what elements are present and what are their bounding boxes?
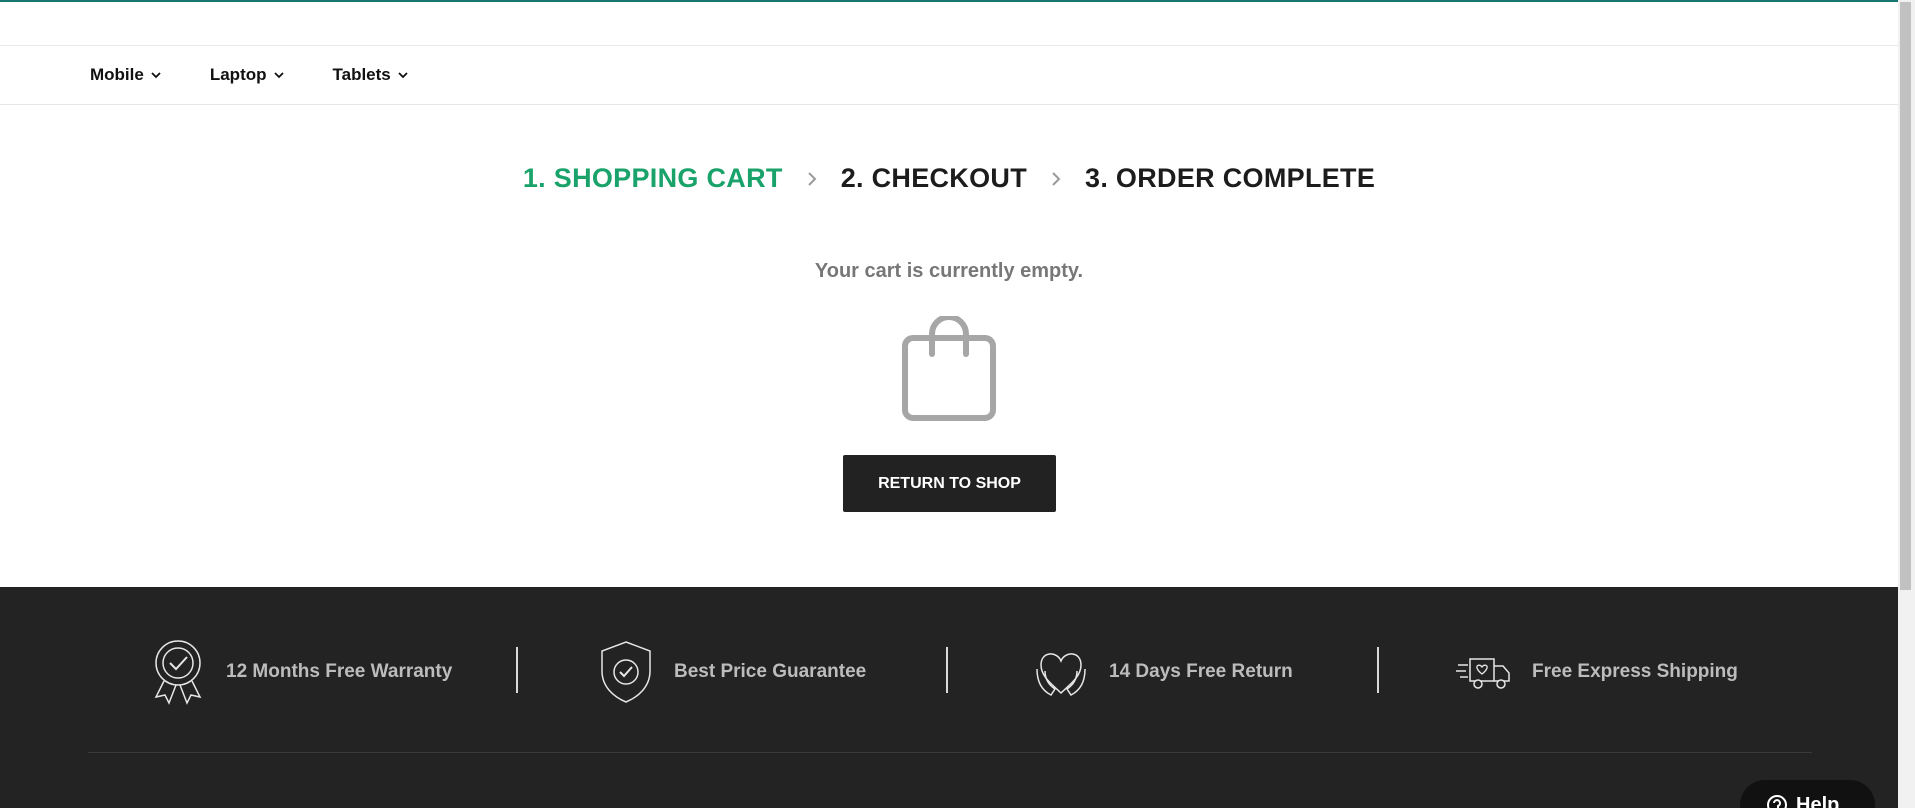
top-accent-bar bbox=[0, 0, 1898, 2]
nav-item-label: Tablets bbox=[332, 65, 391, 84]
nav-item-label: Mobile bbox=[90, 65, 144, 84]
help-button[interactable]: Help bbox=[1740, 780, 1875, 808]
feature-return: 14 Days Free Return bbox=[1033, 637, 1293, 707]
nav-item-tablets[interactable]: Tablets bbox=[333, 65, 409, 85]
checkout-steps: 1. SHOPPING CART 2. CHECKOUT 3. ORDER CO… bbox=[0, 163, 1898, 194]
feature-strip: 12 Months Free Warranty Best Price Guara… bbox=[0, 637, 1898, 707]
chevron-down-icon bbox=[151, 72, 161, 79]
feature-divider bbox=[946, 647, 948, 693]
return-to-shop-button[interactable]: RETURN TO SHOP bbox=[843, 455, 1056, 512]
page-scrollbar[interactable] bbox=[1898, 0, 1915, 808]
cart-empty-message: Your cart is currently empty. bbox=[814, 260, 1084, 282]
footer: 12 Months Free Warranty Best Price Guara… bbox=[0, 587, 1898, 808]
feature-divider bbox=[1377, 647, 1379, 693]
help-label: Help bbox=[1796, 793, 1840, 808]
feature-label: 12 Months Free Warranty bbox=[226, 661, 453, 682]
feature-label: Free Express Shipping bbox=[1532, 661, 1738, 682]
chevron-right-icon bbox=[807, 171, 817, 186]
shield-check-icon bbox=[601, 641, 651, 703]
nav-item-label: Laptop bbox=[209, 65, 267, 84]
nav-item-laptop[interactable]: Laptop bbox=[210, 65, 285, 85]
feature-shipping: Free Express Shipping bbox=[1456, 637, 1738, 707]
help-icon bbox=[1767, 795, 1787, 808]
feature-warranty: 12 Months Free Warranty bbox=[150, 637, 452, 707]
feature-price: Best Price Guarantee bbox=[598, 637, 866, 707]
chevron-down-icon bbox=[273, 72, 284, 79]
chevron-down-icon bbox=[398, 72, 408, 79]
nav-item-mobile[interactable]: Mobile bbox=[90, 65, 162, 85]
footer-divider bbox=[88, 752, 1812, 753]
step-shopping-cart[interactable]: 1. SHOPPING CART bbox=[523, 163, 783, 194]
chevron-right-icon bbox=[1052, 171, 1061, 186]
delivery-truck-icon bbox=[1456, 658, 1510, 689]
award-badge-icon bbox=[154, 640, 202, 705]
shopping-bag-icon bbox=[902, 316, 996, 421]
main-nav: Mobile Laptop Tablets bbox=[0, 46, 1898, 105]
feature-label: Best Price Guarantee bbox=[674, 661, 867, 682]
step-order-complete[interactable]: 3. ORDER COMPLETE bbox=[1085, 163, 1375, 194]
scrollbar-thumb[interactable] bbox=[1900, 2, 1911, 590]
heart-hands-icon bbox=[1036, 653, 1086, 696]
feature-label: 14 Days Free Return bbox=[1109, 661, 1293, 682]
step-checkout[interactable]: 2. CHECKOUT bbox=[841, 163, 1027, 194]
feature-divider bbox=[516, 647, 518, 693]
cart-page: Mobile Laptop Tablets 1. SHOPPING CART 2… bbox=[0, 0, 1915, 808]
